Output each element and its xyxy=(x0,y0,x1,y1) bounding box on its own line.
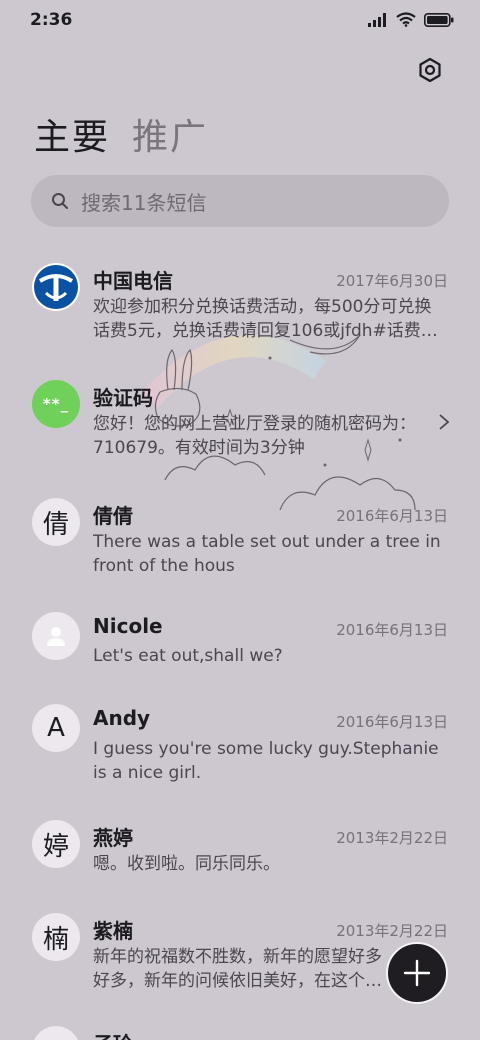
person-icon xyxy=(32,612,80,660)
chevron-right-icon[interactable] xyxy=(438,413,450,431)
settings-button[interactable] xyxy=(414,54,446,86)
message-date: 2016年6月13日 xyxy=(336,507,448,525)
conversation-item[interactable]: A Andy 2016年6月13日 I guess you're some lu… xyxy=(0,704,480,804)
contact-name: 子玲 xyxy=(93,1028,133,1040)
wifi-icon xyxy=(396,12,416,27)
search-icon xyxy=(52,193,68,209)
message-date: 2017年6月30日 xyxy=(336,272,448,290)
avatar: **_ xyxy=(32,380,80,428)
contact-name: 倩倩 xyxy=(93,504,133,528)
contact-name: Andy xyxy=(93,706,151,730)
china-telecom-logo-icon xyxy=(32,263,80,311)
tab-primary[interactable]: 主要 xyxy=(34,108,110,160)
search-bar[interactable]: 搜索11条短信 xyxy=(31,175,449,227)
message-preview: 欢迎参加积分兑换话费活动，每500分可兑换话费5元，兑换话费请回复106或jfd… xyxy=(93,297,438,341)
status-icons xyxy=(368,12,454,27)
message-preview: 您好！您的网上营业厅登录的随机密码为：710679。有效时间为3分钟 xyxy=(93,414,416,458)
battery-icon xyxy=(424,12,454,27)
status-bar: 2:36 xyxy=(0,0,480,40)
message-date: 2013年2月22日 xyxy=(336,922,448,940)
settings-icon xyxy=(419,57,441,83)
contact-name: 验证码 xyxy=(93,386,153,410)
avatar: 倩 xyxy=(32,498,80,546)
message-date: 2016年6月13日 xyxy=(336,713,448,731)
new-message-button[interactable] xyxy=(386,942,448,1004)
avatar: 婷 xyxy=(32,820,80,868)
avatar: A xyxy=(32,704,80,752)
status-time: 2:36 xyxy=(30,10,73,30)
avatar: 楠 xyxy=(32,913,80,961)
message-preview: Let's eat out,shall we? xyxy=(93,646,283,666)
tab-promotions[interactable]: 推广 xyxy=(132,108,208,160)
contact-name: 中国电信 xyxy=(93,269,173,293)
contact-name: 燕婷 xyxy=(93,826,133,850)
signal-icon xyxy=(368,12,386,27)
conversation-item[interactable]: Nicole 2016年6月13日 Let's eat out,shall we… xyxy=(0,610,480,690)
message-date: 2013年2月22日 xyxy=(336,829,448,847)
tab-bar: 主要 推广 xyxy=(34,108,208,160)
message-preview: There was a table set out under a tree i… xyxy=(93,532,441,576)
contact-name: 紫楠 xyxy=(93,919,133,943)
message-date: 2016年6月13日 xyxy=(336,621,448,639)
avatar xyxy=(32,1026,80,1040)
contact-name: Nicole xyxy=(93,614,163,638)
conversation-item[interactable]: 中国电信 2017年6月30日 欢迎参加积分兑换话费活动，每500分可兑换话费5… xyxy=(0,258,480,358)
conversation-item[interactable]: 子玲 xyxy=(0,1026,480,1040)
search-placeholder: 搜索11条短信 xyxy=(81,190,207,215)
message-preview: 新年的祝福数不胜数，新年的愿望好多好多，新年的问候依旧美好，在这个温馨的时刻… xyxy=(93,947,382,991)
plus-icon xyxy=(403,959,431,987)
message-preview: 嗯。收到啦。同乐同乐。 xyxy=(93,854,280,874)
message-preview: I guess you're some lucky guy.Stephanie … xyxy=(93,739,439,783)
conversation-item[interactable]: 婷 燕婷 2013年2月22日 嗯。收到啦。同乐同乐。 xyxy=(0,820,480,900)
conversation-item[interactable]: **_ 验证码 您好！您的网上营业厅登录的随机密码为：710679。有效时间为3… xyxy=(0,375,480,475)
conversation-item[interactable]: 倩 倩倩 2016年6月13日 There was a table set ou… xyxy=(0,493,480,593)
